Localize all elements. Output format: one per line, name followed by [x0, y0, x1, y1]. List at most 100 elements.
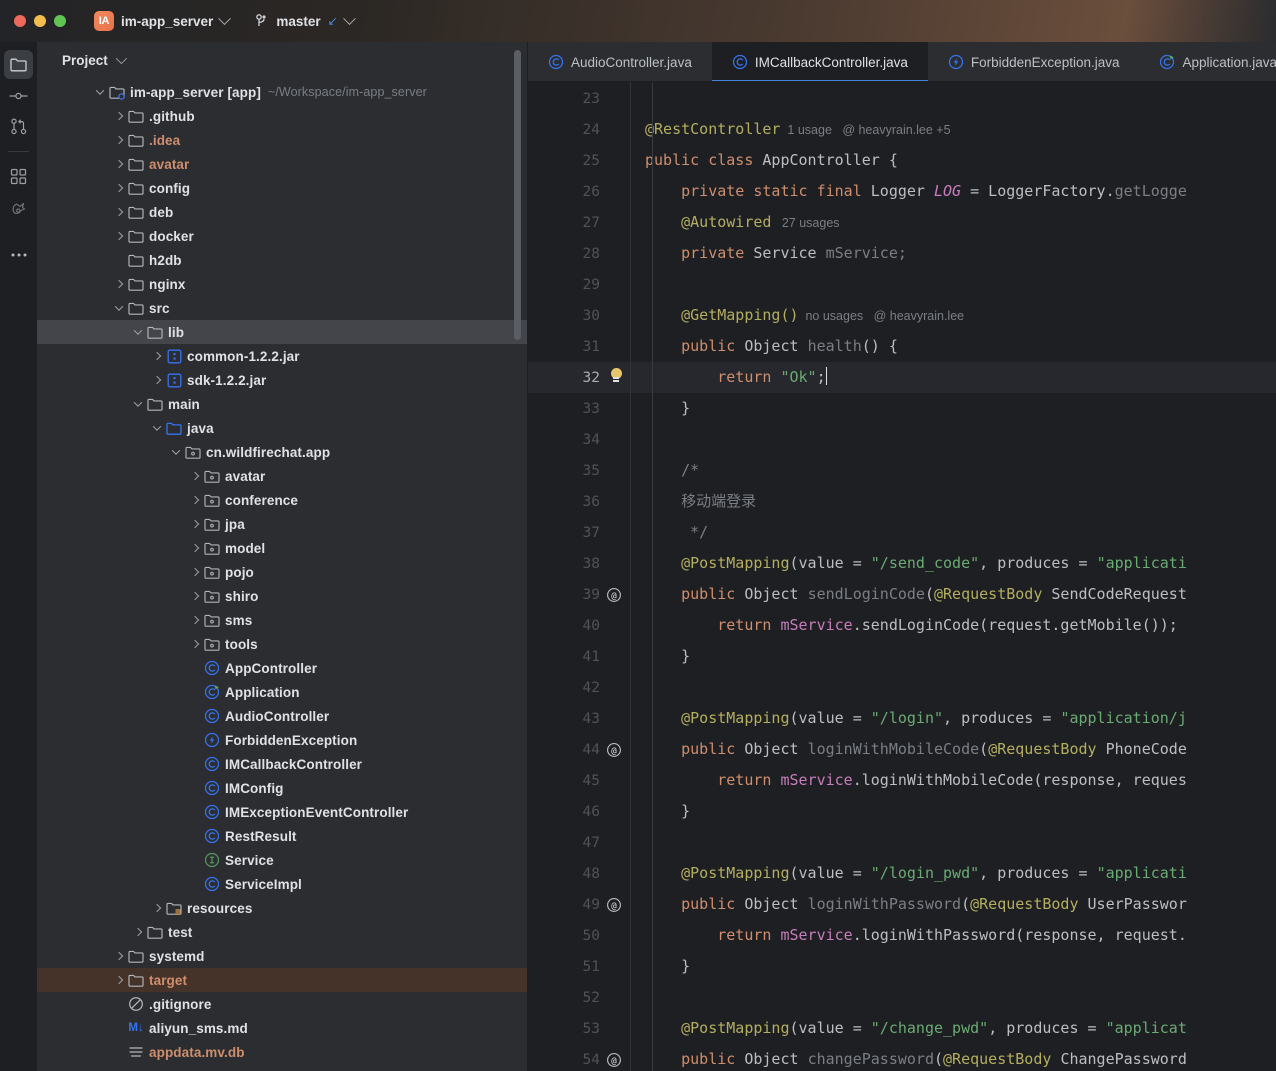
chevron-right-icon[interactable] [112, 111, 126, 121]
gutter-line-42[interactable]: 42 [528, 672, 630, 703]
annotation-gutter-icon[interactable]: @ [606, 742, 626, 758]
chevron-right-icon[interactable] [188, 495, 202, 505]
code-line-38[interactable]: @PostMapping(value = "/send_code", produ… [631, 548, 1276, 579]
code-line-32[interactable]: return "Ok"; [631, 362, 1276, 393]
code-line-51[interactable]: } [631, 951, 1276, 982]
sidebar-item-structure[interactable] [4, 162, 33, 191]
tree-row-nginx[interactable]: nginx [37, 272, 527, 296]
annotation-gutter-icon[interactable]: @ [606, 1052, 626, 1068]
tree-row-main[interactable]: main [37, 392, 527, 416]
code-line-47[interactable] [631, 827, 1276, 858]
chevron-right-icon[interactable] [112, 231, 126, 241]
tree-row-tools[interactable]: tools [37, 632, 527, 656]
chevron-down-icon[interactable] [169, 446, 183, 455]
tree-row-avatar[interactable]: avatar [37, 152, 527, 176]
chevron-right-icon[interactable] [188, 639, 202, 649]
tree-row-imconfig[interactable]: IMConfig [37, 776, 527, 800]
tree-row-conference[interactable]: conference [37, 488, 527, 512]
gutter-line-24[interactable]: 24 [528, 114, 630, 145]
project-tree-scrollbar[interactable] [514, 50, 521, 340]
code-line-43[interactable]: @PostMapping(value = "/login", produces … [631, 703, 1276, 734]
editor-tab-application-java[interactable]: Application.java [1139, 42, 1276, 82]
sidebar-item-ai-assistant[interactable] [4, 193, 33, 222]
code-line-23[interactable] [631, 83, 1276, 114]
tree-row-im-app-server-app-[interactable]: im-app_server [app] ~/Workspace/im-app_se… [37, 80, 527, 104]
code-line-50[interactable]: return mService.loginWithPassword(respon… [631, 920, 1276, 951]
chevron-down-icon[interactable] [115, 52, 127, 65]
tree-row-deb[interactable]: deb [37, 200, 527, 224]
tree-row-common-1-2-2-jar[interactable]: common-1.2.2.jar [37, 344, 527, 368]
sidebar-item-project[interactable] [4, 50, 33, 79]
chevron-right-icon[interactable] [188, 519, 202, 529]
tree-row-target[interactable]: target [37, 968, 527, 992]
code-line-48[interactable]: @PostMapping(value = "/login_pwd", produ… [631, 858, 1276, 889]
gutter-line-33[interactable]: 33 [528, 393, 630, 424]
tree-row-docker[interactable]: docker [37, 224, 527, 248]
tree-row-appdata-mv-db[interactable]: appdata.mv.db [37, 1040, 527, 1064]
chevron-right-icon[interactable] [112, 159, 126, 169]
gutter-line-28[interactable]: 28 [528, 238, 630, 269]
chevron-right-icon[interactable] [112, 135, 126, 145]
tree-row-systemd[interactable]: systemd [37, 944, 527, 968]
gutter-line-27[interactable]: 27 [528, 207, 630, 238]
code-line-30[interactable]: @GetMapping() no usages @ heavyrain.lee [631, 300, 1276, 331]
code-line-41[interactable]: } [631, 641, 1276, 672]
chevron-down-icon[interactable] [112, 302, 126, 311]
code-line-44[interactable]: public Object loginWithMobileCode(@Reque… [631, 734, 1276, 765]
code-content[interactable]: @RestController 1 usage @ heavyrain.lee … [630, 82, 1276, 1071]
gutter-line-46[interactable]: 46 [528, 796, 630, 827]
editor-tab-forbiddenexception-java[interactable]: ForbiddenException.java [928, 42, 1140, 82]
tree-row-aliyun-sms-md[interactable]: M↓ aliyun_sms.md [37, 1016, 527, 1040]
tree-row-appcontroller[interactable]: AppController [37, 656, 527, 680]
chevron-right-icon[interactable] [150, 903, 164, 913]
gutter-line-41[interactable]: 41 [528, 641, 630, 672]
gutter-line-31[interactable]: 31 [528, 331, 630, 362]
gutter-line-25[interactable]: 25 [528, 145, 630, 176]
editor-gutter[interactable]: 23 24 25 26 27 28 29 30 31 32 33 34 35 36 37 38 39 @40 41 4… [528, 82, 630, 1071]
code-line-54[interactable]: public Object changePassword(@RequestBod… [631, 1044, 1276, 1071]
gutter-line-45[interactable]: 45 [528, 765, 630, 796]
gutter-line-43[interactable]: 43 [528, 703, 630, 734]
project-panel-header[interactable]: Project [37, 42, 527, 78]
code-line-36[interactable]: 移动端登录 [631, 486, 1276, 517]
gutter-line-48[interactable]: 48 [528, 858, 630, 889]
code-line-49[interactable]: public Object loginWithPassword(@Request… [631, 889, 1276, 920]
gutter-line-47[interactable]: 47 [528, 827, 630, 858]
branch-selector[interactable]: master ↙ [255, 11, 356, 29]
code-line-35[interactable]: /* [631, 455, 1276, 486]
chevron-right-icon[interactable] [188, 591, 202, 601]
code-line-27[interactable]: @Autowired 27 usages [631, 207, 1276, 238]
chevron-right-icon[interactable] [188, 471, 202, 481]
gutter-line-37[interactable]: 37 [528, 517, 630, 548]
tree-row-shiro[interactable]: shiro [37, 584, 527, 608]
chevron-down-icon[interactable] [131, 398, 145, 407]
editor-tab-imcallbackcontroller-java[interactable]: IMCallbackController.java [711, 42, 928, 82]
code-line-31[interactable]: public Object health() { [631, 331, 1276, 362]
tree-row-resources[interactable]: resources [37, 896, 527, 920]
tree-row--idea[interactable]: .idea [37, 128, 527, 152]
code-line-28[interactable]: private Service mService; [631, 238, 1276, 269]
chevron-down-icon[interactable] [150, 422, 164, 431]
gutter-line-54[interactable]: 54 @ [528, 1044, 630, 1071]
code-line-33[interactable]: } [631, 393, 1276, 424]
tree-row-pojo[interactable]: pojo [37, 560, 527, 584]
gutter-line-39[interactable]: 39 @ [528, 579, 630, 610]
editor-tab-audiocontroller-java[interactable]: AudioController.java [528, 42, 712, 82]
code-line-24[interactable]: @RestController 1 usage @ heavyrain.lee … [631, 114, 1276, 145]
chevron-down-icon[interactable] [131, 326, 145, 335]
project-selector[interactable]: IA im-app_server [94, 11, 232, 31]
chevron-right-icon[interactable] [112, 183, 126, 193]
chevron-right-icon[interactable] [112, 207, 126, 217]
sidebar-item-commit[interactable] [4, 81, 33, 110]
chevron-right-icon[interactable] [188, 543, 202, 553]
annotation-gutter-icon[interactable]: @ [606, 897, 626, 913]
gutter-line-40[interactable]: 40 [528, 610, 630, 641]
gutter-line-36[interactable]: 36 [528, 486, 630, 517]
tree-row-src[interactable]: src [37, 296, 527, 320]
chevron-down-icon[interactable] [93, 86, 107, 95]
gutter-line-51[interactable]: 51 [528, 951, 630, 982]
gutter-line-52[interactable]: 52 [528, 982, 630, 1013]
chevron-right-icon[interactable] [188, 567, 202, 577]
tree-row--github[interactable]: .github [37, 104, 527, 128]
tree-row-avatar[interactable]: avatar [37, 464, 527, 488]
